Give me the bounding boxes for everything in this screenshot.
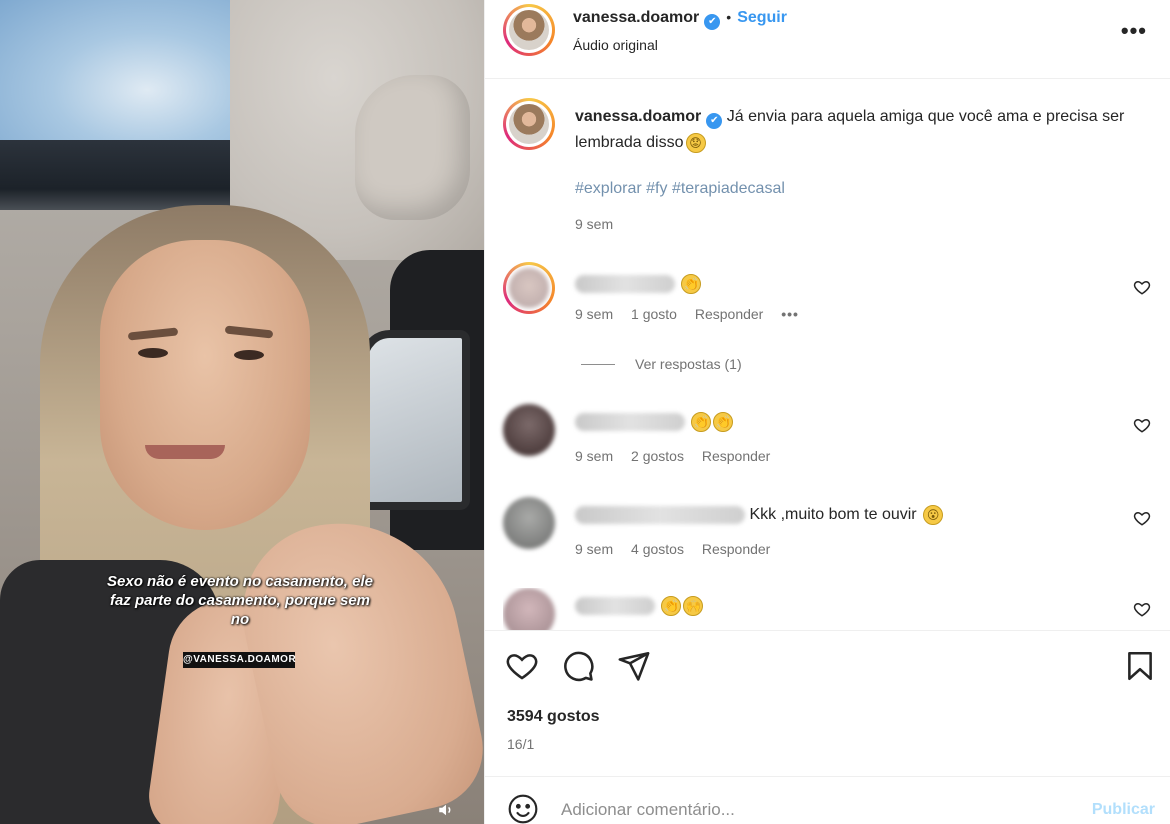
post-date[interactable]: 16/1 <box>507 736 534 752</box>
comment-item: 👏 🙌 <box>503 588 1153 630</box>
likes-count[interactable]: 3594 gostos <box>507 708 599 726</box>
heart-icon[interactable] <box>505 649 539 683</box>
reply-button[interactable]: Responder <box>695 306 764 322</box>
comment-item: 👏 👏 9 sem 2 gostos Responder <box>503 404 1153 484</box>
person-mouth <box>145 445 225 459</box>
more-horizontal-icon: ••• <box>1120 18 1147 43</box>
blurred-username[interactable] <box>575 597 655 615</box>
author-line: vanessa.doamor ✔ • Seguir <box>573 9 787 30</box>
raised-hands-emoji: 🙌 <box>683 596 704 616</box>
caption-hashtags[interactable]: #explorar #fy #terapiadecasal <box>575 180 785 198</box>
car-window <box>360 330 470 510</box>
speaker-icon <box>439 804 451 816</box>
send-icon[interactable] <box>617 649 651 683</box>
add-comment-bar: Publicar <box>485 776 1170 824</box>
clap-emoji: 👏 <box>713 412 734 432</box>
clap-emoji: 👏 <box>691 412 712 432</box>
comment-meta: 9 sem 2 gostos Responder <box>575 448 784 464</box>
person-face <box>100 240 310 530</box>
comment-likes[interactable]: 1 gosto <box>631 306 677 322</box>
view-replies-button[interactable]: Ver respostas (1) <box>581 356 742 372</box>
blurred-username[interactable] <box>575 413 685 431</box>
video-handle-watermark: @VANESSA.DOAMOR <box>183 652 296 668</box>
comment-more-icon[interactable]: ••• <box>781 306 799 322</box>
divider <box>485 78 1170 79</box>
author-username[interactable]: vanessa.doamor <box>573 9 699 26</box>
follow-button[interactable]: Seguir <box>737 9 787 26</box>
video-caption-overlay: Sexo não é evento no casamento, ele faz … <box>107 573 373 628</box>
post-caption: vanessa.doamor ✔ Já envia para aquela ami… <box>575 104 1135 156</box>
comment-like-heart-icon[interactable] <box>1133 278 1151 296</box>
person-eye <box>234 350 264 360</box>
reply-button[interactable]: Responder <box>702 448 771 464</box>
comment-text: 👏 👏 <box>575 412 734 432</box>
comment-text: 👏 🙌 <box>575 596 704 616</box>
clap-emoji: 👏 <box>681 274 702 294</box>
publish-button[interactable]: Publicar <box>1092 801 1155 819</box>
surprised-emoji: 😮 <box>923 505 944 525</box>
comment-body: Kkk ,muito bom te ouvir <box>749 506 917 524</box>
comment-item: Kkk ,muito bom te ouvir 😮 9 sem 4 gostos… <box>503 497 1153 577</box>
comment-like-heart-icon[interactable] <box>1133 600 1151 618</box>
caption-time: 9 sem <box>575 216 614 232</box>
caption-username[interactable]: vanessa.doamor <box>575 108 701 125</box>
comment-text: Kkk ,muito bom te ouvir 😮 <box>575 505 944 525</box>
bookmark-icon[interactable] <box>1123 649 1157 683</box>
comment-meta: 9 sem 1 gosto Responder ••• <box>575 306 813 322</box>
worried-emoji: 😟 <box>685 132 706 153</box>
audio-link[interactable]: Áudio original <box>573 37 658 53</box>
separator-dot: • <box>726 9 732 25</box>
comment-icon[interactable] <box>561 649 595 683</box>
author-avatar[interactable] <box>503 4 555 56</box>
car-grab-handle <box>355 75 470 220</box>
comment-text: 👏 <box>575 274 702 294</box>
blurred-username[interactable] <box>575 275 675 293</box>
commenter-avatar[interactable] <box>503 497 555 549</box>
view-replies-label: Ver respostas (1) <box>635 356 742 372</box>
smiley-icon[interactable] <box>507 793 539 824</box>
car-roof-frame <box>0 140 250 210</box>
commenter-avatar[interactable] <box>503 404 555 456</box>
video-player[interactable]: Sexo não é evento no casamento, ele faz … <box>0 0 484 824</box>
comment-like-heart-icon[interactable] <box>1133 509 1151 527</box>
blurred-username[interactable] <box>575 506 745 524</box>
commenter-avatar[interactable] <box>503 588 555 630</box>
post-actions-bar <box>485 630 1170 700</box>
post-details-panel: vanessa.doamor ✔ • Seguir Áudio original ••… <box>484 0 1170 824</box>
commenter-avatar[interactable] <box>503 262 555 314</box>
comment-likes[interactable]: 2 gostos <box>631 448 684 464</box>
verified-badge-icon: ✔ <box>706 113 723 129</box>
comment-time: 9 sem <box>575 541 614 557</box>
person-eye <box>138 348 168 358</box>
post-header: vanessa.doamor ✔ • Seguir Áudio original ••… <box>485 0 1170 64</box>
verified-badge-icon: ✔ <box>704 13 721 30</box>
replies-line <box>581 363 615 365</box>
comment-input[interactable] <box>561 797 1061 823</box>
comment-time: 9 sem <box>575 448 614 464</box>
car-sunroof-sky <box>0 0 245 150</box>
comment-item: 👏 9 sem 1 gosto Responder ••• <box>503 262 1153 342</box>
caption-author-avatar[interactable] <box>503 98 555 150</box>
comment-time: 9 sem <box>575 306 614 322</box>
comment-meta: 9 sem 4 gostos Responder <box>575 541 784 557</box>
more-options-button[interactable]: ••• <box>1121 18 1147 44</box>
reply-button[interactable]: Responder <box>702 541 771 557</box>
comment-likes[interactable]: 4 gostos <box>631 541 684 557</box>
clap-emoji: 👏 <box>661 596 682 616</box>
comment-like-heart-icon[interactable] <box>1133 416 1151 434</box>
mute-button[interactable] <box>434 798 458 822</box>
